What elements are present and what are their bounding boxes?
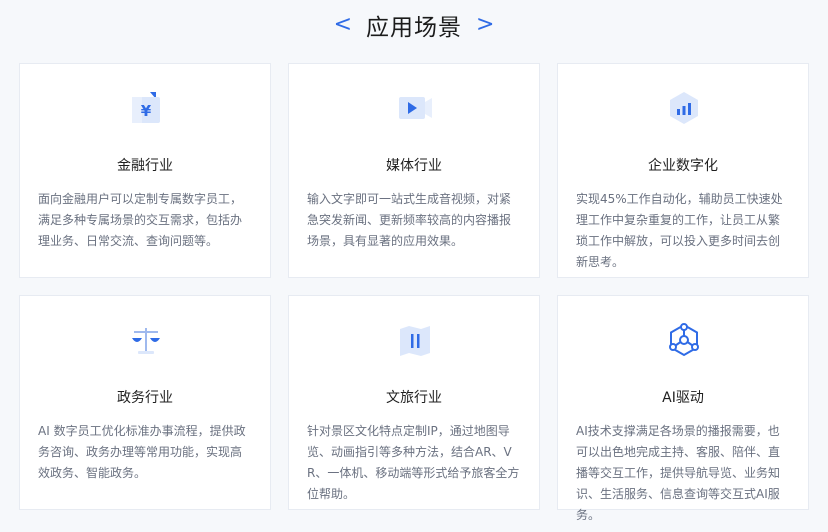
scenario-card-government: 政务行业 AI 数字员工优化标准办事流程，提供政务咨询、政务办理等常用功能，实现… <box>19 295 271 510</box>
scenario-card-media: 媒体行业 输入文字即可一站式生成音视频，对紧急突发新闻、更新频率较高的内容播报场… <box>288 63 540 278</box>
ai-network-icon <box>558 318 810 362</box>
svg-text:¥: ¥ <box>141 102 152 120</box>
card-title: AI驱动 <box>662 390 704 406</box>
card-description: 面向金融用户可以定制专属数字员工，满足多种专属场景的交互需求，包括办理业务、日常… <box>38 192 243 248</box>
scenario-card-tourism: 文旅行业 针对景区文化特点定制IP，通过地图导览、动画指引等多种方法，结合AR、… <box>288 295 540 510</box>
digitalization-chart-icon <box>558 86 810 130</box>
card-description: 针对景区文化特点定制IP，通过地图导览、动画指引等多种方法，结合AR、VR、一体… <box>307 424 520 501</box>
card-title: 金融行业 <box>117 158 173 174</box>
card-title: 政务行业 <box>117 390 173 406</box>
next-arrow-icon[interactable]: > <box>476 14 494 36</box>
scenario-card-finance: ¥ 金融行业 面向金融用户可以定制专属数字员工，满足多种专属场景的交互需求，包括… <box>19 63 271 278</box>
scenario-card-ai: AI驱动 AI技术支撑满足各场景的播报需要，也可以出色地完成主持、客服、陪伴、直… <box>557 295 810 522</box>
section-header: < 应用场景 > <box>0 8 828 42</box>
card-description: 实现45%工作自动化，辅助员工快速处理工作中复杂重复的工作，让员工从繁琐工作中解… <box>576 192 783 269</box>
card-description: 输入文字即可一站式生成音视频，对紧急突发新闻、更新频率较高的内容播报场景，具有显… <box>307 192 512 248</box>
card-description: AI 数字员工优化标准办事流程，提供政务咨询、政务办理等常用功能，实现高效政务、… <box>38 424 246 480</box>
card-title: 媒体行业 <box>386 158 442 174</box>
section-title: 应用场景 <box>366 15 462 41</box>
media-video-icon <box>289 86 541 130</box>
tourism-map-icon <box>289 318 541 362</box>
card-description: AI技术支撑满足各场景的播报需要，也可以出色地完成主持、客服、陪伴、直播等交互工… <box>576 424 781 522</box>
prev-arrow-icon[interactable]: < <box>334 14 352 36</box>
scenario-card-digitalization: 企业数字化 实现45%工作自动化，辅助员工快速处理工作中复杂重复的工作，让员工从… <box>557 63 809 278</box>
government-scale-icon <box>20 318 272 362</box>
scenario-grid: ¥ 金融行业 面向金融用户可以定制专属数字员工，满足多种专属场景的交互需求，包括… <box>19 63 810 522</box>
finance-icon: ¥ <box>20 86 272 130</box>
card-title: 文旅行业 <box>386 390 442 406</box>
card-title: 企业数字化 <box>648 158 718 174</box>
